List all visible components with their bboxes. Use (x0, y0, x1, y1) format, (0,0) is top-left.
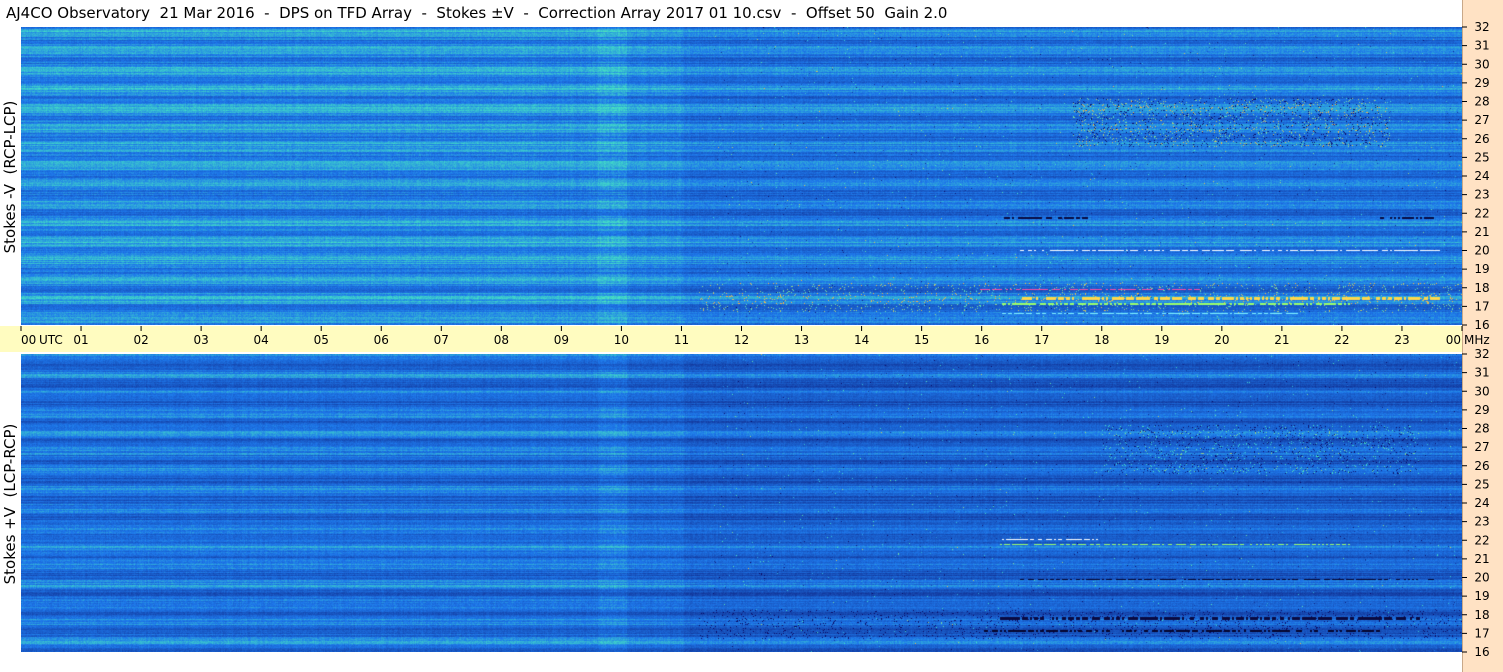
x-tick-label: 23 (1394, 333, 1409, 347)
x-tick-label: 03 (193, 333, 208, 347)
y-tick-label: 30 (1474, 384, 1489, 398)
y-tick-label: 29 (1474, 76, 1489, 90)
y-tick-label: 24 (1474, 496, 1489, 510)
y-tick-label: 18 (1474, 608, 1489, 622)
y-tick-label: 28 (1474, 422, 1489, 436)
y-tick-label: 28 (1474, 95, 1489, 109)
axes-overlay: 16 17 18 19 20 21 22 23 24 25 26 27 28 29 30 31 32 16 17 18… (20, 20, 1490, 659)
y-tick-label: 18 (1474, 281, 1489, 295)
x-tick-label: 15 (914, 333, 929, 347)
y-tick-label: 27 (1474, 440, 1489, 454)
y-tick-label: 23 (1474, 515, 1489, 529)
y-tick-label: 25 (1474, 477, 1489, 491)
x-tick-label: 00 (21, 333, 36, 347)
y-tick-label: 29 (1474, 403, 1489, 417)
x-tick-label: 18 (1094, 333, 1109, 347)
y-tick-label: 21 (1474, 225, 1489, 239)
x-tick-label: 21 (1274, 333, 1289, 347)
x-tick-label: 07 (434, 333, 449, 347)
x-tick-label: 16 (974, 333, 989, 347)
y-tick-label: 23 (1474, 188, 1489, 202)
y-tick-label: 22 (1474, 206, 1489, 220)
y-tick-label: 22 (1474, 533, 1489, 547)
x-tick-label: 00 (1446, 333, 1461, 347)
y-tick-label: 25 (1474, 150, 1489, 164)
y-tick-label: 17 (1474, 626, 1489, 640)
x-tick-label: 14 (854, 333, 869, 347)
y-tick-label: 20 (1474, 571, 1489, 585)
y-tick-label: 21 (1474, 552, 1489, 566)
y-tick-label: 17 (1474, 299, 1489, 313)
y-tick-label: 32 (1474, 20, 1489, 34)
y-tick-label: 30 (1474, 57, 1489, 71)
y-tick-label: 19 (1474, 262, 1489, 276)
y-tick-label: 26 (1474, 132, 1489, 146)
y-unit-label: MHz (1464, 333, 1490, 347)
y-tick-label: 26 (1474, 459, 1489, 473)
y-tick-label: 31 (1474, 39, 1489, 53)
x-tick-label: 06 (374, 333, 389, 347)
x-tick-label: 01 (73, 333, 88, 347)
y-tick-label: 27 (1474, 113, 1489, 127)
x-tick-label: 05 (314, 333, 329, 347)
y-tick-label: 32 (1474, 347, 1489, 361)
x-tick-label: 17 (1034, 333, 1049, 347)
x-tick-label: 20 (1214, 333, 1229, 347)
y-tick-label: 19 (1474, 589, 1489, 603)
x-tick-label: 11 (674, 333, 689, 347)
y-tick-label: 20 (1474, 244, 1489, 258)
y-tick-label: 31 (1474, 366, 1489, 380)
x-tick-label: 02 (133, 333, 148, 347)
x-tick-label: 10 (614, 333, 629, 347)
x-tick-label: 19 (1154, 333, 1169, 347)
y-tick-label: 16 (1474, 318, 1489, 332)
x-tick-label: 22 (1334, 333, 1349, 347)
x-unit-label: UTC (39, 333, 63, 347)
x-tick-label: 08 (494, 333, 509, 347)
y-tick-label: 16 (1474, 645, 1489, 659)
x-tick-label: 12 (734, 333, 749, 347)
x-tick-label: 04 (254, 333, 269, 347)
x-tick-label: 09 (554, 333, 569, 347)
x-tick-label: 13 (794, 333, 809, 347)
y-tick-label: 24 (1474, 169, 1489, 183)
